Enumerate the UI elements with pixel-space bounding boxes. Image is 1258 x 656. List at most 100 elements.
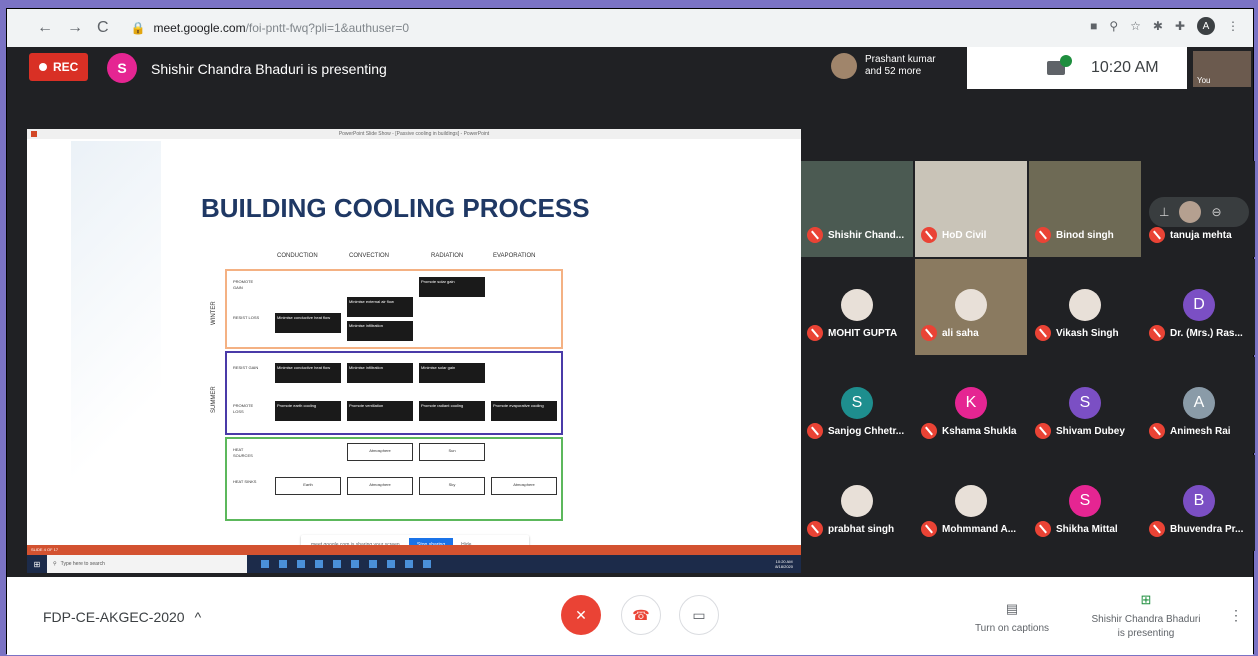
- more-options-icon[interactable]: ⋮: [1229, 607, 1243, 624]
- participant-tile[interactable]: S Sanjog Chhetr...: [801, 357, 913, 453]
- participant-name: Bhuvendra Pr...: [1170, 523, 1244, 535]
- mic-muted-icon: [1035, 325, 1051, 341]
- address-bar[interactable]: 🔒 meet.google.com/foi-pntt-fwq?pli=1&aut…: [131, 21, 409, 35]
- participant-name: Shivam Dubey: [1056, 425, 1125, 437]
- record-icon: [39, 63, 47, 71]
- taskbar-app-icon[interactable]: [333, 560, 341, 568]
- taskbar-app-icon[interactable]: [279, 560, 287, 568]
- taskbar-search[interactable]: ⚲ Type here to search: [47, 555, 247, 573]
- box-minimise-solar-gain: Minimise solar gain: [419, 363, 485, 383]
- search-icon: ⚲: [53, 561, 57, 567]
- reload-icon[interactable]: C: [97, 19, 109, 37]
- box-minimise-external-air-flow: Minimise external air flow: [347, 297, 413, 317]
- participant-tile[interactable]: A Animesh Rai: [1143, 357, 1255, 453]
- mic-muted-icon: [1149, 521, 1165, 537]
- mic-off-icon: ✕: [575, 606, 587, 623]
- taskbar-app-icon[interactable]: [261, 560, 269, 568]
- box-sink-atmosphere: Atmosphere: [347, 477, 413, 495]
- pin-icon[interactable]: ⊥: [1159, 205, 1169, 219]
- mic-muted-icon: [1149, 227, 1165, 243]
- phone-icon: ☎: [632, 606, 650, 623]
- presenting-line2: is presenting: [1117, 628, 1175, 639]
- participant-avatar: [831, 53, 857, 79]
- row-resist-loss: RESIST LOSS: [233, 315, 260, 320]
- participant-label: ali saha: [921, 325, 979, 341]
- participant-tile[interactable]: ⊥ ⊖ tanuja mehta: [1143, 161, 1255, 257]
- mic-muted-icon: [921, 423, 937, 439]
- participant-tile[interactable]: Binod singh: [1029, 161, 1141, 257]
- participant-name: Vikash Singh: [1056, 327, 1119, 339]
- participant-tile[interactable]: MOHIT GUPTA: [801, 259, 913, 355]
- participant-label: Vikash Singh: [1035, 325, 1119, 341]
- presentation-button[interactable]: ⊞ Shishir Chandra Bhaduri is presenting: [1081, 593, 1211, 641]
- participants-summary[interactable]: Prashant kumar and 52 more: [831, 53, 936, 79]
- participant-label: Sanjog Chhetr...: [807, 423, 904, 439]
- participant-label: MOHIT GUPTA: [807, 325, 897, 341]
- participant-avatar: D: [1183, 289, 1215, 321]
- box-minimise-infiltration-summer: Minimise infiltration: [347, 363, 413, 383]
- participants-line2: and 52 more: [865, 66, 922, 77]
- profile-avatar[interactable]: A: [1197, 17, 1215, 35]
- participant-tile[interactable]: HoD Civil: [915, 161, 1027, 257]
- participant-tile[interactable]: S Shikha Mittal: [1029, 455, 1141, 551]
- meet-topbar: REC S Shishir Chandra Bhaduri is present…: [7, 47, 1253, 97]
- captions-button[interactable]: ▤ Turn on captions: [967, 601, 1057, 634]
- participant-name: Binod singh: [1056, 229, 1114, 241]
- row-resist-gain: RESIST GAIN: [233, 365, 259, 370]
- taskbar-app-icon[interactable]: [351, 560, 359, 568]
- slide-decoration: [71, 141, 161, 541]
- mic-off-button[interactable]: ✕: [561, 595, 601, 635]
- box-minimise-conductive-heat-flow-summer: Minimise conductive heat flow: [275, 363, 341, 383]
- hang-up-button[interactable]: ☎: [621, 595, 661, 635]
- remove-icon[interactable]: ⊖: [1211, 205, 1221, 219]
- taskbar-app-icon[interactable]: [297, 560, 305, 568]
- chat-icon[interactable]: [1047, 55, 1072, 75]
- browser-toolbar: ← → C 🔒 meet.google.com/foi-pntt-fwq?pli…: [7, 9, 1253, 47]
- participant-tile[interactable]: prabhat singh: [801, 455, 913, 551]
- taskbar-app-icon[interactable]: [423, 560, 431, 568]
- mic-muted-icon: [807, 423, 823, 439]
- participant-tile[interactable]: S Shivam Dubey: [1029, 357, 1141, 453]
- taskbar-app-icon[interactable]: [369, 560, 377, 568]
- box-sink-sky: Sky: [419, 477, 485, 495]
- participant-tile[interactable]: Shishir Chand...: [801, 161, 913, 257]
- presenting-line1: Shishir Chandra Bhaduri: [1091, 614, 1201, 625]
- participant-tile[interactable]: ali saha: [915, 259, 1027, 355]
- captions-icon: ▤: [1005, 601, 1019, 616]
- taskbar-app-icon[interactable]: [405, 560, 413, 568]
- mic-muted-icon: [921, 325, 937, 341]
- camera-icon[interactable]: ■: [1090, 19, 1097, 33]
- participant-name: Shikha Mittal: [1056, 523, 1118, 535]
- box-minimise-infiltration: Minimise infiltration: [347, 321, 413, 341]
- box-minimise-conductive-heat-flow: Minimise conductive heat flow: [275, 313, 341, 333]
- rec-label: REC: [53, 60, 79, 74]
- participant-name: Kshama Shukla: [942, 425, 1017, 437]
- star-icon[interactable]: ☆: [1130, 19, 1141, 33]
- forward-icon[interactable]: →: [67, 19, 83, 37]
- participant-photo: [955, 485, 987, 517]
- participant-tile[interactable]: Mohmmand A...: [915, 455, 1027, 551]
- windows-start-icon[interactable]: ⊞: [27, 555, 47, 573]
- participant-name: prabhat singh: [828, 523, 895, 535]
- mic-muted-icon: [921, 521, 937, 537]
- taskbar-app-icon[interactable]: [387, 560, 395, 568]
- meeting-details[interactable]: FDP-CE-AKGEC-2020 ^: [43, 609, 201, 625]
- extension-icon[interactable]: ✱: [1153, 19, 1163, 33]
- participant-tile[interactable]: K Kshama Shukla: [915, 357, 1027, 453]
- participant-tile[interactable]: D Dr. (Mrs.) Ras...: [1143, 259, 1255, 355]
- camera-button[interactable]: ▭: [679, 595, 719, 635]
- participant-label: Bhuvendra Pr...: [1149, 521, 1243, 537]
- shared-screen: PowerPoint Slide Show - [Passive cooling…: [27, 129, 801, 547]
- menu-icon[interactable]: ⋮: [1227, 19, 1239, 33]
- self-view-tile[interactable]: You: [1193, 51, 1251, 87]
- box-sink-earth: Earth: [275, 477, 341, 495]
- back-icon[interactable]: ←: [37, 19, 53, 37]
- participant-tile[interactable]: Vikash Singh: [1029, 259, 1141, 355]
- participant-tile[interactable]: B Bhuvendra Pr...: [1143, 455, 1255, 551]
- puzzle-icon[interactable]: ✚: [1175, 19, 1185, 33]
- summer-label: SUMMER: [211, 386, 217, 413]
- taskbar-app-icon[interactable]: [315, 560, 323, 568]
- zoom-icon[interactable]: ⚲: [1109, 19, 1118, 33]
- lock-icon: 🔒: [130, 21, 146, 35]
- row-promote-gain: PROMOTE GAIN: [233, 279, 254, 290]
